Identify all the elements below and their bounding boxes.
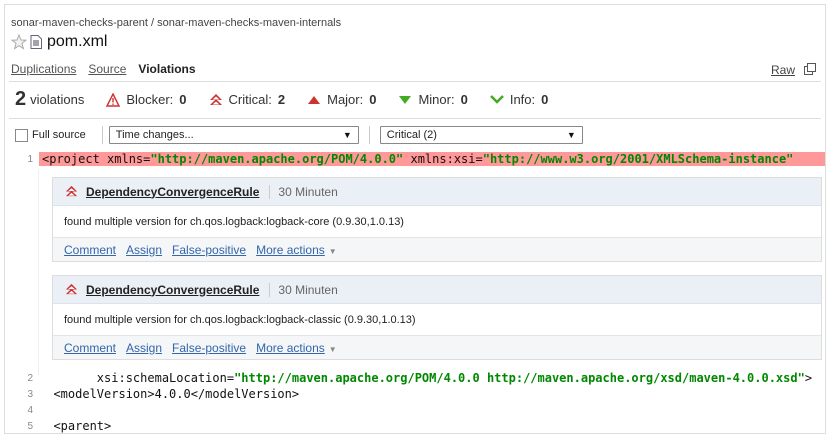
comment-link[interactable]: Comment bbox=[64, 243, 116, 257]
severity-count: 0 bbox=[179, 92, 187, 107]
issue-card: DependencyConvergenceRule 30 Minuten fou… bbox=[52, 177, 822, 262]
issue-actions: Comment Assign False-positive More actio… bbox=[53, 237, 821, 261]
tab-source[interactable]: Source bbox=[88, 62, 126, 76]
code-line: 1 <project xmlns="http://maven.apache.or… bbox=[9, 151, 825, 167]
issue-actions: Comment Assign False-positive More actio… bbox=[53, 335, 821, 359]
line-source: xsi:schemaLocation="http://maven.apache.… bbox=[39, 371, 813, 385]
critical-icon bbox=[65, 185, 78, 197]
line-number[interactable]: 2 bbox=[9, 373, 39, 384]
line-source: <parent> bbox=[39, 419, 112, 433]
false-positive-link[interactable]: False-positive bbox=[172, 341, 246, 355]
severity-critical[interactable]: Critical: 2 bbox=[209, 92, 286, 107]
issue-message: found multiple version for ch.qos.logbac… bbox=[64, 215, 404, 228]
info-icon bbox=[489, 94, 504, 104]
filter-bar: Full source Time changes... ▼ Critical (… bbox=[15, 126, 583, 144]
issue-duration: 30 Minuten bbox=[269, 184, 338, 199]
assign-link[interactable]: Assign bbox=[126, 341, 162, 355]
full-source-checkbox[interactable] bbox=[15, 128, 28, 142]
line-number[interactable]: 5 bbox=[9, 421, 39, 432]
code-line: 4 bbox=[9, 402, 825, 418]
divider bbox=[9, 81, 821, 82]
minor-icon bbox=[399, 95, 412, 104]
divider bbox=[9, 118, 821, 119]
violations-label: violations bbox=[30, 92, 85, 107]
divider bbox=[368, 126, 370, 144]
severity-select-value: Critical (2) bbox=[386, 129, 437, 141]
popout-icon[interactable] bbox=[804, 62, 816, 75]
line-source: <modelVersion>4.0.0</modelVersion> bbox=[39, 387, 300, 401]
dropdown-arrow-icon: ▼ bbox=[342, 130, 352, 140]
more-actions-dropdown[interactable]: More actions bbox=[256, 243, 337, 257]
tab-duplications[interactable]: Duplications bbox=[11, 62, 76, 76]
severity-select[interactable]: Critical (2) ▼ bbox=[379, 126, 583, 144]
severity-label: Info: bbox=[509, 92, 536, 107]
severity-label: Critical: bbox=[228, 92, 272, 107]
severity-minor[interactable]: Minor: 0 bbox=[398, 92, 468, 107]
file-icon bbox=[30, 35, 42, 49]
severity-label: Major: bbox=[327, 92, 364, 107]
critical-icon bbox=[65, 283, 78, 295]
assign-link[interactable]: Assign bbox=[126, 243, 162, 257]
severity-label: Minor: bbox=[418, 92, 455, 107]
code-line: 2 xsi:schemaLocation="http://maven.apach… bbox=[9, 370, 825, 386]
violations-count: 2 bbox=[15, 88, 27, 110]
severity-count: 2 bbox=[277, 92, 286, 107]
line-number[interactable]: 3 bbox=[9, 389, 39, 400]
code-line: 5 <parent> bbox=[9, 418, 825, 433]
more-actions-dropdown[interactable]: More actions bbox=[256, 341, 337, 355]
source-code: 1 <project xmlns="http://maven.apache.or… bbox=[9, 151, 825, 167]
line-source: <project xmlns="http://maven.apache.org/… bbox=[39, 152, 825, 166]
time-changes-value: Time changes... bbox=[115, 129, 194, 141]
star-icon[interactable] bbox=[10, 33, 28, 50]
severity-info[interactable]: Info: 0 bbox=[489, 92, 549, 107]
severity-major[interactable]: Major: 0 bbox=[307, 92, 376, 107]
source-viewer: sonar-maven-checks-parent / sonar-maven-… bbox=[4, 4, 826, 434]
issue-rule-link[interactable]: DependencyConvergenceRule bbox=[86, 283, 259, 297]
issue-duration: 30 Minuten bbox=[269, 282, 338, 297]
file-name: pom.xml bbox=[47, 33, 108, 50]
line-number[interactable]: 1 bbox=[9, 154, 39, 165]
issue-card: DependencyConvergenceRule 30 Minuten fou… bbox=[52, 275, 822, 360]
raw-link[interactable]: Raw bbox=[771, 63, 795, 77]
critical-icon bbox=[209, 93, 222, 105]
tab-bar: Duplications Source Violations bbox=[11, 62, 196, 76]
severity-count: 0 bbox=[369, 92, 377, 107]
issue-message: found multiple version for ch.qos.logbac… bbox=[64, 313, 416, 326]
line-number[interactable]: 4 bbox=[9, 405, 39, 416]
violations-summary: 2 violations Blocker: 0 Critical: 2 Majo… bbox=[15, 88, 548, 111]
divider bbox=[101, 126, 103, 144]
issue-header: DependencyConvergenceRule 30 Minuten bbox=[53, 178, 821, 206]
issue-header: DependencyConvergenceRule 30 Minuten bbox=[53, 276, 821, 304]
major-icon bbox=[308, 95, 321, 104]
breadcrumb[interactable]: sonar-maven-checks-parent / sonar-maven-… bbox=[11, 17, 341, 29]
file-header: pom.xml bbox=[10, 33, 108, 51]
severity-count: 0 bbox=[541, 92, 549, 107]
severity-count: 0 bbox=[460, 92, 468, 107]
time-changes-select[interactable]: Time changes... ▼ bbox=[108, 126, 359, 144]
line-gutter bbox=[9, 169, 39, 375]
issue-rule-link[interactable]: DependencyConvergenceRule bbox=[86, 185, 259, 199]
dropdown-arrow-icon: ▼ bbox=[566, 130, 576, 140]
blocker-icon bbox=[106, 92, 121, 107]
severity-blocker[interactable]: Blocker: 0 bbox=[106, 92, 187, 107]
tab-violations[interactable]: Violations bbox=[138, 62, 195, 76]
false-positive-link[interactable]: False-positive bbox=[172, 243, 246, 257]
comment-link[interactable]: Comment bbox=[64, 341, 116, 355]
source-code: 2 xsi:schemaLocation="http://maven.apach… bbox=[9, 370, 825, 433]
code-line: 3 <modelVersion>4.0.0</modelVersion> bbox=[9, 386, 825, 402]
full-source-label[interactable]: Full source bbox=[32, 129, 86, 141]
severity-label: Blocker: bbox=[126, 92, 174, 107]
